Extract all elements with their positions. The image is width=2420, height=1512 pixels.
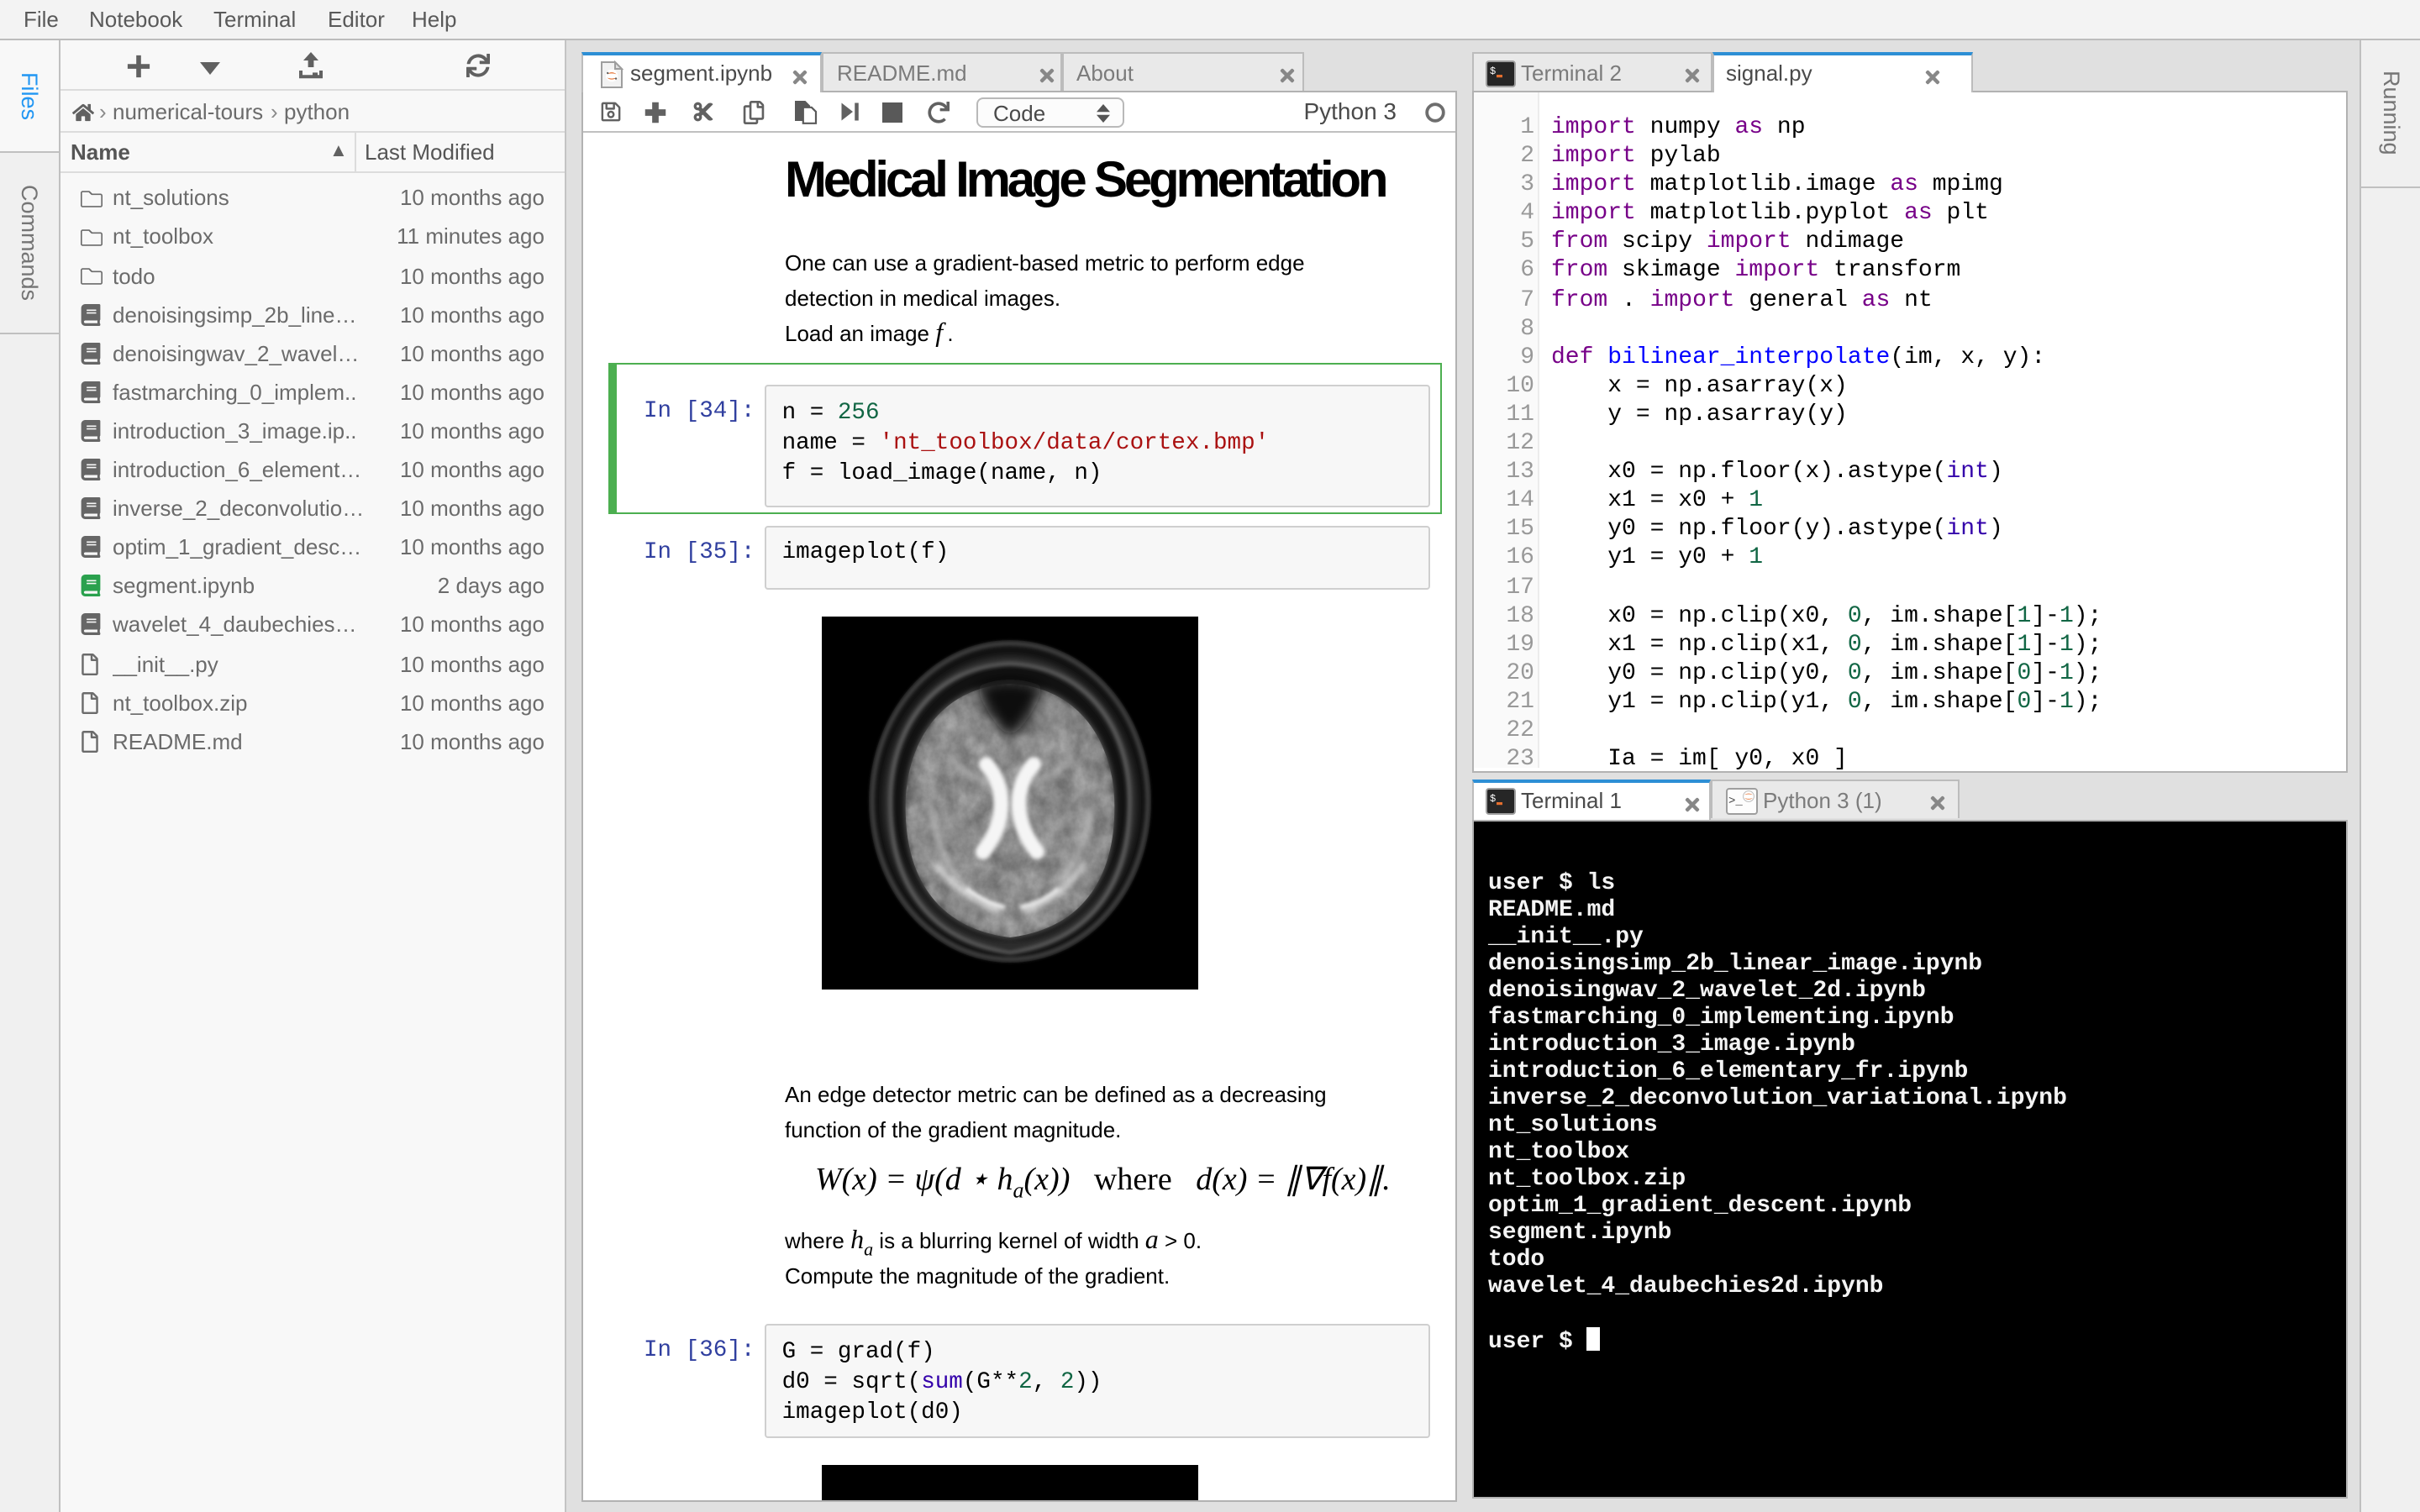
svg-text:$: $ [1490, 792, 1496, 804]
svg-text:$: $ [1490, 65, 1496, 76]
svg-text:>_: >_ [1728, 794, 1743, 807]
